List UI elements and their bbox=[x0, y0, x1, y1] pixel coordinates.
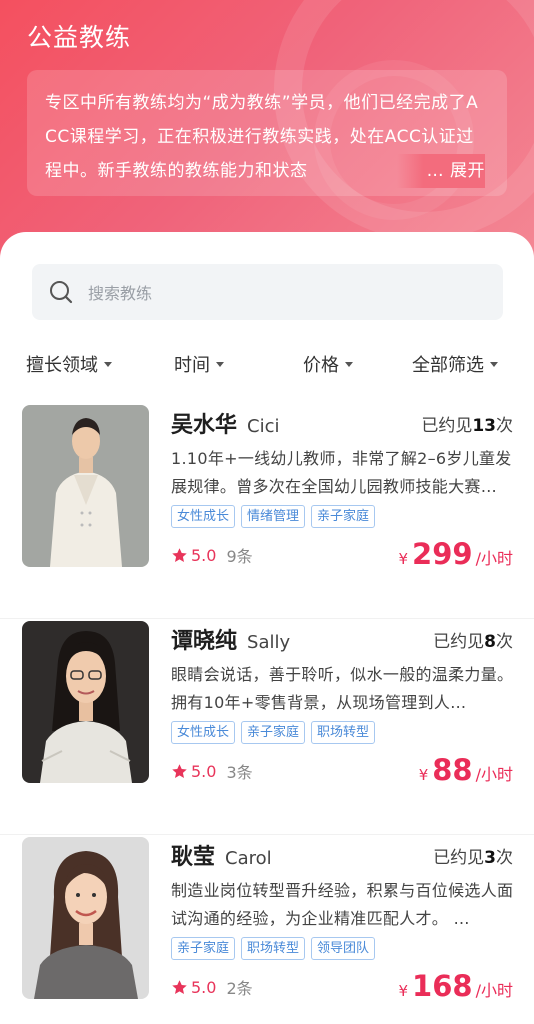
coach-chinese-name: 谭晓纯 bbox=[171, 629, 238, 654]
caret-down-icon bbox=[490, 361, 498, 367]
rating-score: 5.0 bbox=[191, 761, 217, 781]
review-count: 2条 bbox=[226, 979, 253, 998]
coach-photo bbox=[22, 405, 149, 567]
tag: 亲子家庭 bbox=[311, 505, 376, 528]
price: ¥168/小时 bbox=[399, 969, 514, 1003]
met-count: 13 bbox=[472, 416, 496, 436]
currency-symbol: ¥ bbox=[398, 982, 409, 1000]
star-icon bbox=[172, 763, 187, 778]
price-value: 299 bbox=[412, 537, 473, 571]
tag: 职场转型 bbox=[241, 937, 306, 960]
filter-expertise[interactable]: 擅长领域 bbox=[26, 351, 112, 377]
coach-photo bbox=[22, 837, 149, 999]
expand-link[interactable]: … 展开 bbox=[396, 154, 485, 188]
appointment-count: 已约见13次 bbox=[421, 411, 513, 436]
search-icon bbox=[50, 281, 73, 304]
search-placeholder: 搜索教练 bbox=[88, 284, 153, 303]
filter-label: 时间 bbox=[174, 355, 210, 376]
appointment-count: 已约见3次 bbox=[433, 843, 513, 868]
coach-name: 吴水华 Cici bbox=[171, 407, 279, 439]
rating: 5.0 3条 bbox=[171, 759, 253, 783]
rating: 5.0 2条 bbox=[171, 975, 253, 999]
coach-english-name: Carol bbox=[225, 848, 272, 869]
coach-chinese-name: 耿莹 bbox=[171, 845, 216, 870]
price-unit: /小时 bbox=[475, 765, 513, 784]
currency-symbol: ¥ bbox=[418, 766, 429, 784]
tag: 亲子家庭 bbox=[241, 721, 306, 744]
tag: 领导团队 bbox=[311, 937, 376, 960]
tag: 亲子家庭 bbox=[171, 937, 236, 960]
filter-price[interactable]: 价格 bbox=[303, 351, 353, 377]
met-suffix: 次 bbox=[496, 416, 513, 436]
met-suffix: 次 bbox=[496, 848, 513, 868]
tag: 职场转型 bbox=[311, 721, 376, 744]
divider bbox=[0, 834, 534, 835]
met-count: 3 bbox=[484, 848, 496, 868]
tag: 女性成长 bbox=[171, 505, 236, 528]
search-input[interactable]: 搜索教练 bbox=[32, 264, 503, 320]
page-title: 公益教练 bbox=[27, 23, 132, 52]
price: ¥299/小时 bbox=[399, 537, 514, 571]
coach-description: 眼睛会说话，善于聆听，似水一般的温柔力量。拥有10年+零售背景，从现场管理到人… bbox=[171, 665, 514, 712]
tag-list: 女性成长 亲子家庭 职场转型 bbox=[171, 721, 376, 744]
coach-name: 耿莹 Carol bbox=[171, 839, 272, 871]
price-value: 168 bbox=[412, 969, 473, 1003]
coach-list-panel: 搜索教练 擅长领域 时间 价格 全部筛选 吴水华 Cici 已约见13次 1.1… bbox=[0, 232, 534, 1024]
coach-english-name: Sally bbox=[247, 632, 291, 653]
rating-score: 5.0 bbox=[191, 977, 217, 997]
price-value: 88 bbox=[432, 753, 473, 787]
filter-bar: 擅长领域 时间 价格 全部筛选 bbox=[0, 344, 534, 384]
tag-list: 亲子家庭 职场转型 领导团队 bbox=[171, 937, 376, 960]
intro-box: 专区中所有教练均为“成为教练”学员，他们已经完成了ACC课程学习，正在积极进行教… bbox=[27, 70, 507, 196]
coach-card[interactable]: 耿莹 Carol 已约见3次 制造业岗位转型晋升经验，积累与百位候选人面试沟通的经… bbox=[0, 837, 534, 1024]
coach-description: 制造业岗位转型晋升经验，积累与百位候选人面试沟通的经验，为企业精准匹配人才。 … bbox=[171, 881, 514, 928]
caret-down-icon bbox=[104, 361, 112, 367]
filter-label: 全部筛选 bbox=[412, 355, 484, 376]
appointment-count: 已约见8次 bbox=[433, 627, 513, 652]
currency-symbol: ¥ bbox=[398, 550, 409, 568]
coach-card[interactable]: 谭晓纯 Sally 已约见8次 眼睛会说话，善于聆听，似水一般的温柔力量。拥有10… bbox=[0, 621, 534, 835]
price: ¥88/小时 bbox=[419, 753, 513, 787]
star-icon bbox=[172, 547, 187, 562]
tag: 情绪管理 bbox=[241, 505, 306, 528]
caret-down-icon bbox=[216, 361, 224, 367]
met-suffix: 次 bbox=[496, 632, 513, 652]
coach-photo bbox=[22, 621, 149, 783]
review-count: 9条 bbox=[226, 547, 253, 566]
met-count: 8 bbox=[484, 632, 496, 652]
coach-name: 谭晓纯 Sally bbox=[171, 623, 290, 655]
tag-list: 女性成长 情绪管理 亲子家庭 bbox=[171, 505, 376, 528]
coach-chinese-name: 吴水华 bbox=[171, 413, 238, 438]
tag: 女性成长 bbox=[171, 721, 236, 744]
filter-label: 擅长领域 bbox=[26, 355, 98, 376]
price-unit: /小时 bbox=[475, 981, 513, 1000]
met-prefix: 已约见 bbox=[421, 416, 473, 436]
met-prefix: 已约见 bbox=[433, 632, 485, 652]
coach-english-name: Cici bbox=[247, 416, 280, 437]
rating-score: 5.0 bbox=[191, 545, 217, 565]
star-icon bbox=[172, 979, 187, 994]
divider bbox=[0, 618, 534, 619]
coach-card[interactable]: 吴水华 Cici 已约见13次 1.10年+一线幼儿教师，非常了解2–6岁儿童发展… bbox=[0, 405, 534, 619]
filter-time[interactable]: 时间 bbox=[174, 351, 224, 377]
filter-label: 价格 bbox=[303, 355, 339, 376]
filter-all[interactable]: 全部筛选 bbox=[412, 351, 498, 377]
coach-description: 1.10年+一线幼儿教师，非常了解2–6岁儿童发展规律。曾多次在全国幼儿园教师技… bbox=[171, 449, 512, 496]
met-prefix: 已约见 bbox=[433, 848, 485, 868]
review-count: 3条 bbox=[226, 763, 253, 782]
caret-down-icon bbox=[345, 361, 353, 367]
rating: 5.0 9条 bbox=[171, 543, 253, 567]
price-unit: /小时 bbox=[475, 549, 513, 568]
